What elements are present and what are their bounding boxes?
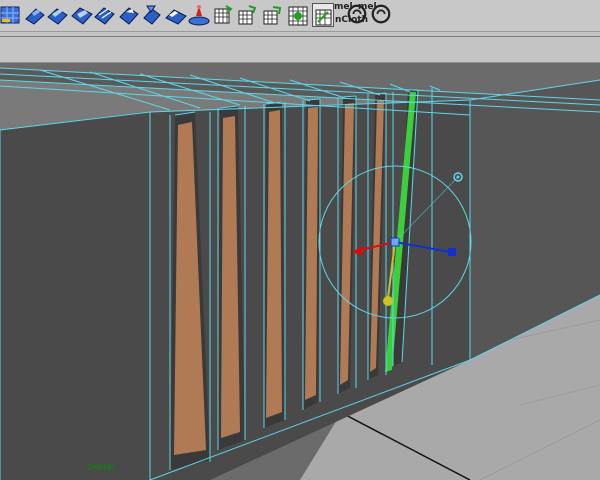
- shelf-sculpt-icon[interactable]: [188, 3, 210, 27]
- shelf-cloth-cache-icon[interactable]: [312, 3, 334, 27]
- shelf-cloth-arrow-icon[interactable]: [237, 3, 259, 27]
- tool-shelf: mel mel nCloth: [0, 0, 600, 32]
- shelf-ncloth-label[interactable]: nCloth: [335, 15, 368, 25]
- shelf-collapse-icon[interactable]: [165, 3, 187, 27]
- shelf-extrude-icon[interactable]: [47, 3, 69, 27]
- shelf-wedge-icon[interactable]: [118, 3, 140, 27]
- camera-label: persp: [88, 462, 114, 471]
- shelf-split-icon[interactable]: [94, 3, 116, 27]
- shelf-cloth-sphere-icon[interactable]: [287, 3, 309, 27]
- viewport-scene: [0, 63, 600, 480]
- shelf-mel-script-icon-1[interactable]: [346, 2, 367, 24]
- shelf-merge-icon[interactable]: [141, 3, 163, 27]
- divider: [0, 36, 600, 37]
- shelf-cloth-icon[interactable]: [212, 3, 234, 27]
- shelf-grid-icon[interactable]: [0, 3, 22, 27]
- shelf-mel-script-icon-2[interactable]: [370, 2, 391, 24]
- shelf-cloth-constraint-icon[interactable]: [262, 3, 284, 27]
- shelf-bevel-icon[interactable]: [71, 3, 93, 27]
- shelf-plane-icon[interactable]: [24, 3, 46, 27]
- perspective-viewport[interactable]: persp: [0, 63, 600, 480]
